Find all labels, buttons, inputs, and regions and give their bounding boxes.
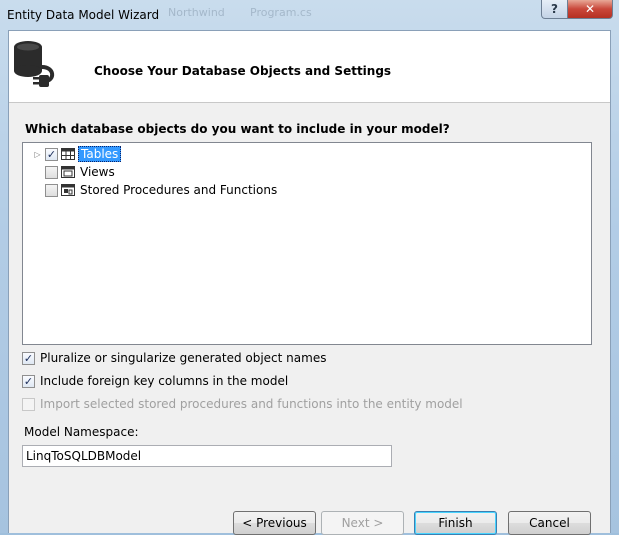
model-namespace-input[interactable]	[22, 445, 392, 467]
database-objects-tree[interactable]: ▷ ✓ Tables Views Stored Procedures and F…	[22, 142, 592, 345]
caption-buttons: ? ✕	[541, 0, 613, 19]
tables-checkbox[interactable]: ✓	[45, 147, 58, 161]
views-checkbox[interactable]	[45, 165, 58, 179]
tree-item-views[interactable]: Views	[45, 164, 117, 180]
stored-procedure-icon	[61, 184, 75, 196]
pluralize-label: Pluralize or singularize generated objec…	[40, 351, 327, 365]
import-procedures-label: Import selected stored procedures and fu…	[40, 397, 463, 411]
wizard-header: Choose Your Database Objects and Setting…	[9, 31, 610, 103]
import-procedures-checkbox	[22, 397, 35, 411]
tree-item-label: Views	[80, 165, 115, 179]
tree-item-label: Stored Procedures and Functions	[80, 183, 278, 197]
foreign-keys-option[interactable]: ✓ Include foreign key columns in the mod…	[22, 374, 288, 388]
help-button[interactable]: ?	[541, 0, 568, 19]
foreign-keys-checkbox[interactable]: ✓	[22, 374, 35, 388]
tree-item-tables[interactable]: ▷ ✓ Tables	[33, 146, 122, 162]
next-button: Next >	[321, 511, 404, 535]
table-icon	[61, 148, 75, 160]
finish-button[interactable]: Finish	[414, 511, 497, 535]
tree-item-label: Tables	[78, 146, 122, 162]
window-title: Entity Data Model Wizard	[7, 8, 160, 22]
view-icon	[61, 166, 75, 178]
pluralize-checkbox[interactable]: ✓	[22, 351, 35, 365]
import-procedures-option: Import selected stored procedures and fu…	[22, 397, 463, 411]
previous-button[interactable]: < Previous	[233, 511, 316, 535]
tree-item-stored-procedures[interactable]: Stored Procedures and Functions	[45, 182, 279, 198]
window-frame: Entity Data Model Wizard Northwind Progr…	[0, 0, 619, 535]
title-bar[interactable]: Entity Data Model Wizard Northwind Progr…	[0, 0, 619, 30]
objects-question-label: Which database objects do you want to in…	[25, 122, 450, 136]
close-button[interactable]: ✕	[568, 0, 613, 19]
cancel-button[interactable]: Cancel	[508, 511, 591, 535]
model-namespace-label: Model Namespace:	[24, 425, 139, 439]
pluralize-option[interactable]: ✓ Pluralize or singularize generated obj…	[22, 351, 326, 365]
foreign-keys-label: Include foreign key columns in the model	[40, 374, 289, 388]
expand-arrow-icon[interactable]: ▷	[33, 150, 42, 159]
help-icon: ?	[551, 2, 558, 16]
page-title: Choose Your Database Objects and Setting…	[94, 64, 392, 78]
wizard-client-area: Choose Your Database Objects and Setting…	[8, 30, 611, 535]
database-plug-icon	[14, 41, 55, 87]
stored-procedures-checkbox[interactable]	[45, 183, 58, 197]
close-icon: ✕	[584, 2, 596, 16]
background-ghost-text: Program.cs	[250, 6, 312, 19]
background-ghost-text: Northwind	[168, 6, 225, 19]
